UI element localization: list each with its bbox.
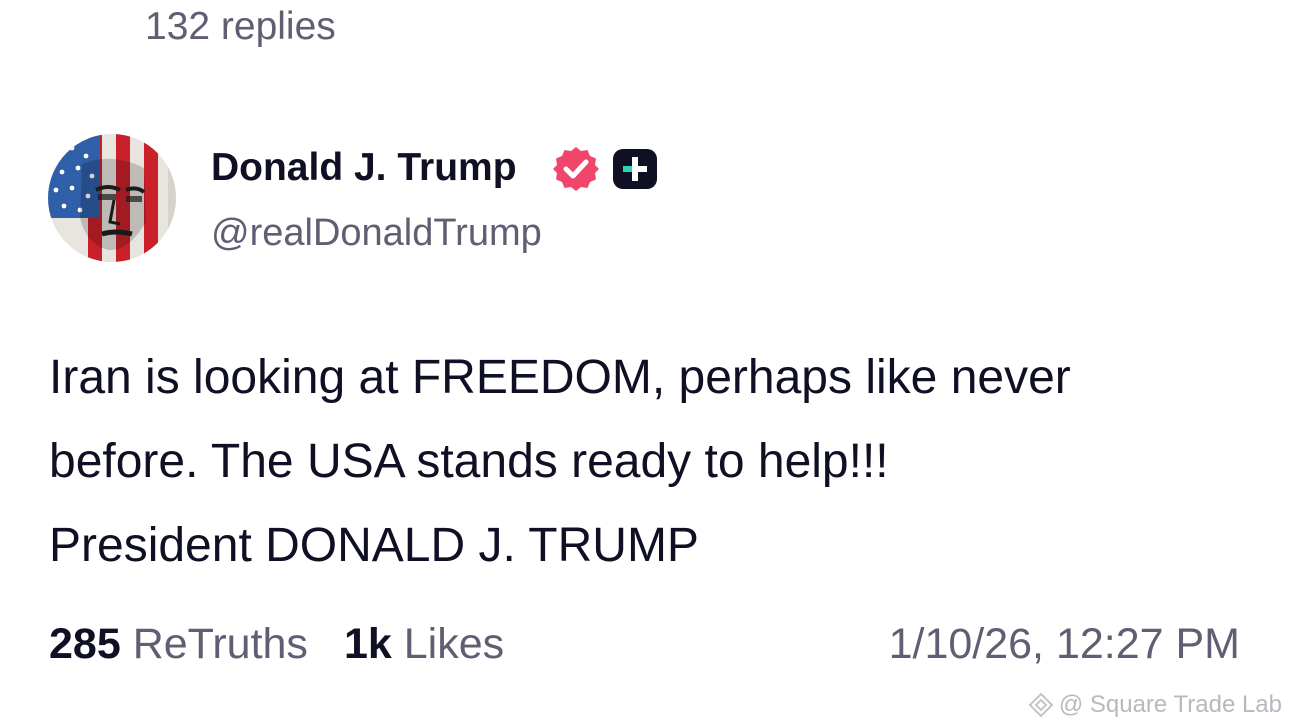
post-timestamp: 1/10/26, 12:27 PM [888, 620, 1240, 668]
truth-plus-icon [613, 149, 657, 189]
likes-label: Likes [403, 620, 505, 668]
likes-stat[interactable]: 1k Likes [344, 620, 504, 669]
author-avatar[interactable] [48, 134, 176, 262]
post-body-line: before. The USA stands ready to help!!! [49, 435, 889, 488]
retruths-label: ReTruths [132, 620, 308, 668]
flag-face-avatar-icon [48, 134, 176, 262]
post-stats: 285 ReTruths 1k Likes [49, 620, 540, 669]
post-body-line: Iran is looking at FREEDOM, perhaps like… [49, 351, 1071, 404]
retruths-stat[interactable]: 285 ReTruths [49, 620, 308, 669]
post-container: 132 replies Donald J. Trump @realDonaldT… [0, 0, 1290, 723]
watermark: @ Square Trade Lab [1027, 691, 1282, 719]
replies-count-link[interactable]: 132 replies [145, 5, 336, 49]
post-body-line: President DONALD J. TRUMP [49, 519, 699, 572]
likes-count: 1k [343, 620, 392, 668]
watermark-text: @ Square Trade Lab [1058, 691, 1282, 718]
author-display-name[interactable]: Donald J. Trump [211, 146, 517, 190]
verified-badge-icon [553, 147, 599, 191]
retruths-count: 285 [49, 620, 121, 668]
post-body: Iran is looking at FREEDOM, perhaps like… [49, 336, 1259, 588]
author-handle[interactable]: @realDonaldTrump [211, 212, 542, 255]
square-logo-icon [1028, 692, 1054, 718]
